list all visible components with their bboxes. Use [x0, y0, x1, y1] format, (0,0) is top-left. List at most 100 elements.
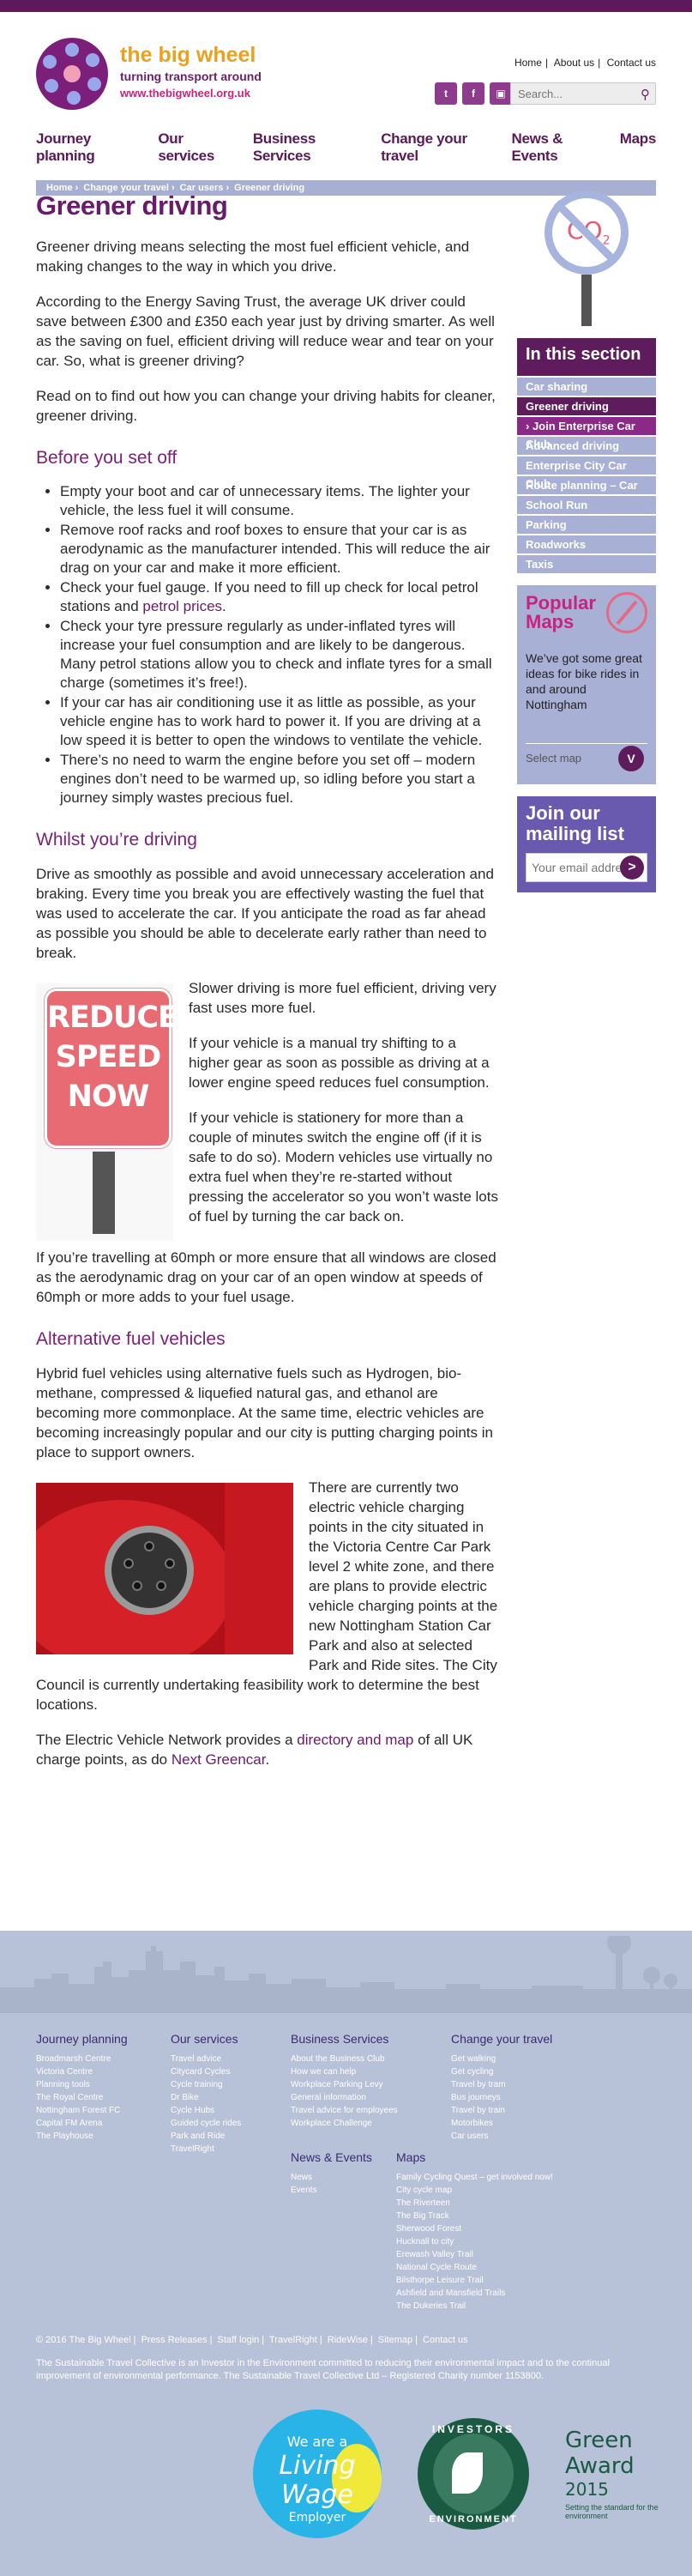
directory-map-link[interactable]: directory and map — [297, 1732, 413, 1748]
section-item-enterprise-club[interactable]: Enterprise City Car Club — [517, 457, 656, 490]
next-greencar-link[interactable]: Next Greencar — [171, 1751, 266, 1768]
intro-paragraph: According to the Energy Saving Trust, th… — [36, 293, 495, 369]
nav-maps[interactable]: Maps — [620, 130, 657, 161]
green-award-badge: Green Award 2015 Setting the standard fo… — [565, 2428, 685, 2520]
footer-link[interactable]: Erewash Valley Trail — [396, 2248, 553, 2261]
footer-link[interactable]: Car users — [451, 2130, 552, 2143]
footer-link[interactable]: Motorbikes — [451, 2117, 552, 2130]
footer-link[interactable]: TravelRight — [171, 2143, 241, 2156]
brand-name[interactable]: the big wheel — [120, 43, 262, 68]
footer-link[interactable]: Events — [291, 2184, 372, 2197]
footer-heading[interactable]: Change your travel — [451, 2032, 552, 2046]
flickr-icon[interactable]: ▣ — [490, 82, 512, 105]
footer-link[interactable]: About the Business Club — [291, 2053, 398, 2065]
press-releases-link[interactable]: Press Releases — [141, 2335, 208, 2345]
footer-link[interactable]: Cycle Hubs — [171, 2104, 241, 2117]
nav-journey-planning[interactable]: Journey planning — [36, 130, 135, 164]
legal-links: © 2016 The Big Wheel | Press Releases | St… — [36, 2335, 468, 2345]
about-link[interactable]: About us — [554, 57, 594, 69]
popular-maps-panel: Popular Maps We’ve got some great ideas … — [517, 585, 656, 784]
footer-link[interactable]: Sherwood Forest — [396, 2222, 553, 2235]
footer-heading[interactable]: News & Events — [291, 2150, 372, 2164]
section-item-advanced-driving[interactable]: Advanced driving — [517, 437, 656, 455]
footer-link[interactable]: Guided cycle rides — [171, 2117, 241, 2130]
living-wage-badge[interactable]: We are a Living Wage Employer — [253, 2410, 382, 2538]
footer-link[interactable]: Travel advice — [171, 2053, 241, 2065]
footer-link[interactable]: Dr Bike — [171, 2091, 241, 2104]
section-item-route-planning[interactable]: Route planning – Car — [517, 476, 656, 494]
footer-link[interactable]: Travel by tram — [451, 2078, 552, 2091]
footer-col-journey: Journey planning Broadmarsh Centre Victo… — [36, 2032, 128, 2143]
footer-link[interactable]: Family Cycling Quest – get involved now! — [396, 2171, 553, 2184]
footer-heading[interactable]: Maps — [396, 2150, 553, 2164]
big-wheel-logo[interactable] — [36, 38, 108, 110]
main-content: Greener driving Greener driving means se… — [36, 190, 499, 1785]
home-link[interactable]: Home — [514, 57, 542, 69]
footer-link[interactable]: Travel advice for employees — [291, 2104, 398, 2117]
footer-link[interactable]: Park and Ride — [171, 2130, 241, 2143]
petrol-prices-link[interactable]: petrol prices — [142, 598, 222, 614]
footer-link[interactable]: Ashfield and Mansfield Trails — [396, 2287, 553, 2300]
footer-link[interactable]: The Dukeries Trail — [396, 2300, 553, 2313]
footer-heading[interactable]: Business Services — [291, 2032, 398, 2046]
footer-link[interactable]: Cycle training — [171, 2078, 241, 2091]
footer-link[interactable]: Broadmarsh Centre — [36, 2053, 128, 2065]
footer-col-maps: Maps Family Cycling Quest – get involved… — [396, 2150, 553, 2313]
footer-link[interactable]: Workplace Parking Levy — [291, 2078, 398, 2091]
twitter-icon[interactable]: t — [435, 82, 457, 105]
travelright-link[interactable]: TravelRight — [269, 2335, 317, 2345]
footer-link[interactable]: National Cycle Route — [396, 2261, 553, 2274]
footer-link[interactable]: Travel by train — [451, 2104, 552, 2117]
brand-url[interactable]: www.thebigwheel.org.uk — [120, 87, 262, 100]
select-map-dropdown[interactable]: Select map V — [526, 743, 647, 772]
section-item-school-run[interactable]: School Run — [517, 496, 656, 514]
footer-link[interactable]: General information — [291, 2091, 398, 2104]
nav-our-services[interactable]: Our services — [158, 130, 230, 164]
footer-link[interactable]: Hucknall to city — [396, 2235, 553, 2248]
footer-link[interactable]: Get cycling — [451, 2065, 552, 2078]
nav-change-your-travel[interactable]: Change your travel — [381, 130, 489, 164]
footer-link[interactable]: Workplace Challenge — [291, 2117, 398, 2130]
chevron-down-icon[interactable]: V — [618, 746, 644, 771]
nav-news-events[interactable]: News & Events — [511, 130, 597, 164]
footer-link[interactable]: The Playhouse — [36, 2130, 128, 2143]
nav-business-services[interactable]: Business Services — [253, 130, 358, 164]
contact-us-link[interactable]: Contact us — [423, 2335, 468, 2345]
footer-link[interactable]: The Big Track — [396, 2210, 553, 2222]
contact-link[interactable]: Contact us — [607, 57, 656, 69]
footer-link[interactable]: Bilsthorpe Leisure Trail — [396, 2274, 553, 2287]
section-item-parking[interactable]: Parking — [517, 516, 656, 534]
footer-link[interactable]: The Royal Centre — [36, 2091, 128, 2104]
submit-arrow-icon[interactable]: > — [620, 856, 644, 880]
footer-link[interactable]: The Riverteen — [396, 2197, 553, 2210]
ridewise-link[interactable]: RideWise — [328, 2335, 368, 2345]
section-item-car-sharing[interactable]: Car sharing — [517, 378, 656, 396]
facebook-icon[interactable]: f — [462, 82, 484, 105]
section-item-join-enterprise[interactable]: › Join Enterprise Car Club — [517, 417, 656, 450]
footer-link[interactable]: How we can help — [291, 2065, 398, 2078]
footer-link[interactable]: Nottingham Forest FC — [36, 2104, 128, 2117]
footer-link[interactable]: Get walking — [451, 2053, 552, 2065]
footer-link[interactable]: Planning tools — [36, 2078, 128, 2091]
footer-link[interactable]: Bus journeys — [451, 2091, 552, 2104]
footer-link[interactable]: City cycle map — [396, 2184, 553, 2197]
alt-paragraph: Hybrid fuel vehicles using alternative f… — [36, 1365, 493, 1460]
footer-link[interactable]: News — [291, 2171, 372, 2184]
footer-link[interactable]: Victoria Centre — [36, 2065, 128, 2078]
section-item-greener-driving[interactable]: Greener driving — [517, 397, 656, 415]
footer-link[interactable]: Citycard Cycles — [171, 2065, 241, 2078]
footer-heading[interactable]: Our services — [171, 2032, 241, 2046]
socket-pin — [132, 1581, 142, 1591]
footer-heading[interactable]: Journey planning — [36, 2032, 128, 2046]
section-item-taxis[interactable]: Taxis — [517, 555, 656, 573]
whilst-paragraph: Drive as smoothly as possible and avoid … — [36, 866, 494, 961]
email-field[interactable] — [527, 854, 621, 881]
footer-link[interactable]: Capital FM Arena — [36, 2117, 128, 2130]
staff-login-link[interactable]: Staff login — [218, 2335, 260, 2345]
section-item-roadworks[interactable]: Roadworks — [517, 535, 656, 553]
badge-text: We are a — [286, 2434, 348, 2450]
search-icon[interactable]: ⚲ — [641, 87, 650, 102]
sitemap-link[interactable]: Sitemap — [378, 2335, 412, 2345]
search-input[interactable] — [511, 83, 631, 104]
investors-environment-badge[interactable]: INVESTORS ENVIRONMENT — [418, 2418, 529, 2530]
